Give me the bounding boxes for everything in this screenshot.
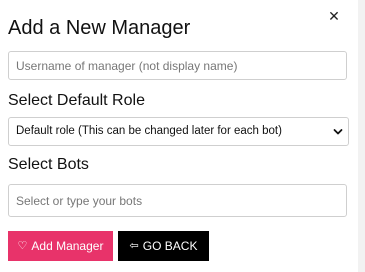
- add-manager-label: Add Manager: [31, 239, 104, 253]
- default-role-selected-value: Default role (This can be changed later …: [16, 125, 282, 137]
- bots-input[interactable]: [9, 185, 346, 216]
- go-back-button[interactable]: ⇦ GO BACK: [118, 231, 209, 261]
- add-manager-button[interactable]: ♡ Add Manager: [8, 231, 113, 261]
- select-bots-label: Select Bots: [8, 156, 89, 173]
- dialog-title: Add a New Manager: [8, 17, 191, 39]
- close-icon[interactable]: ✕: [326, 8, 342, 24]
- default-role-label: Select Default Role: [8, 92, 145, 109]
- heart-outline-icon: ♡: [17, 240, 28, 252]
- username-input[interactable]: [9, 52, 346, 79]
- chevron-down-icon: [333, 129, 343, 135]
- arrow-left-icon: ⇦: [129, 240, 139, 252]
- default-role-select[interactable]: Default role (This can be changed later …: [8, 117, 349, 146]
- bots-field[interactable]: [8, 184, 347, 217]
- go-back-label: GO BACK: [142, 239, 198, 253]
- add-manager-dialog: Add a New Manager ✕ Select Default Role …: [0, 0, 358, 272]
- username-field[interactable]: [8, 51, 347, 80]
